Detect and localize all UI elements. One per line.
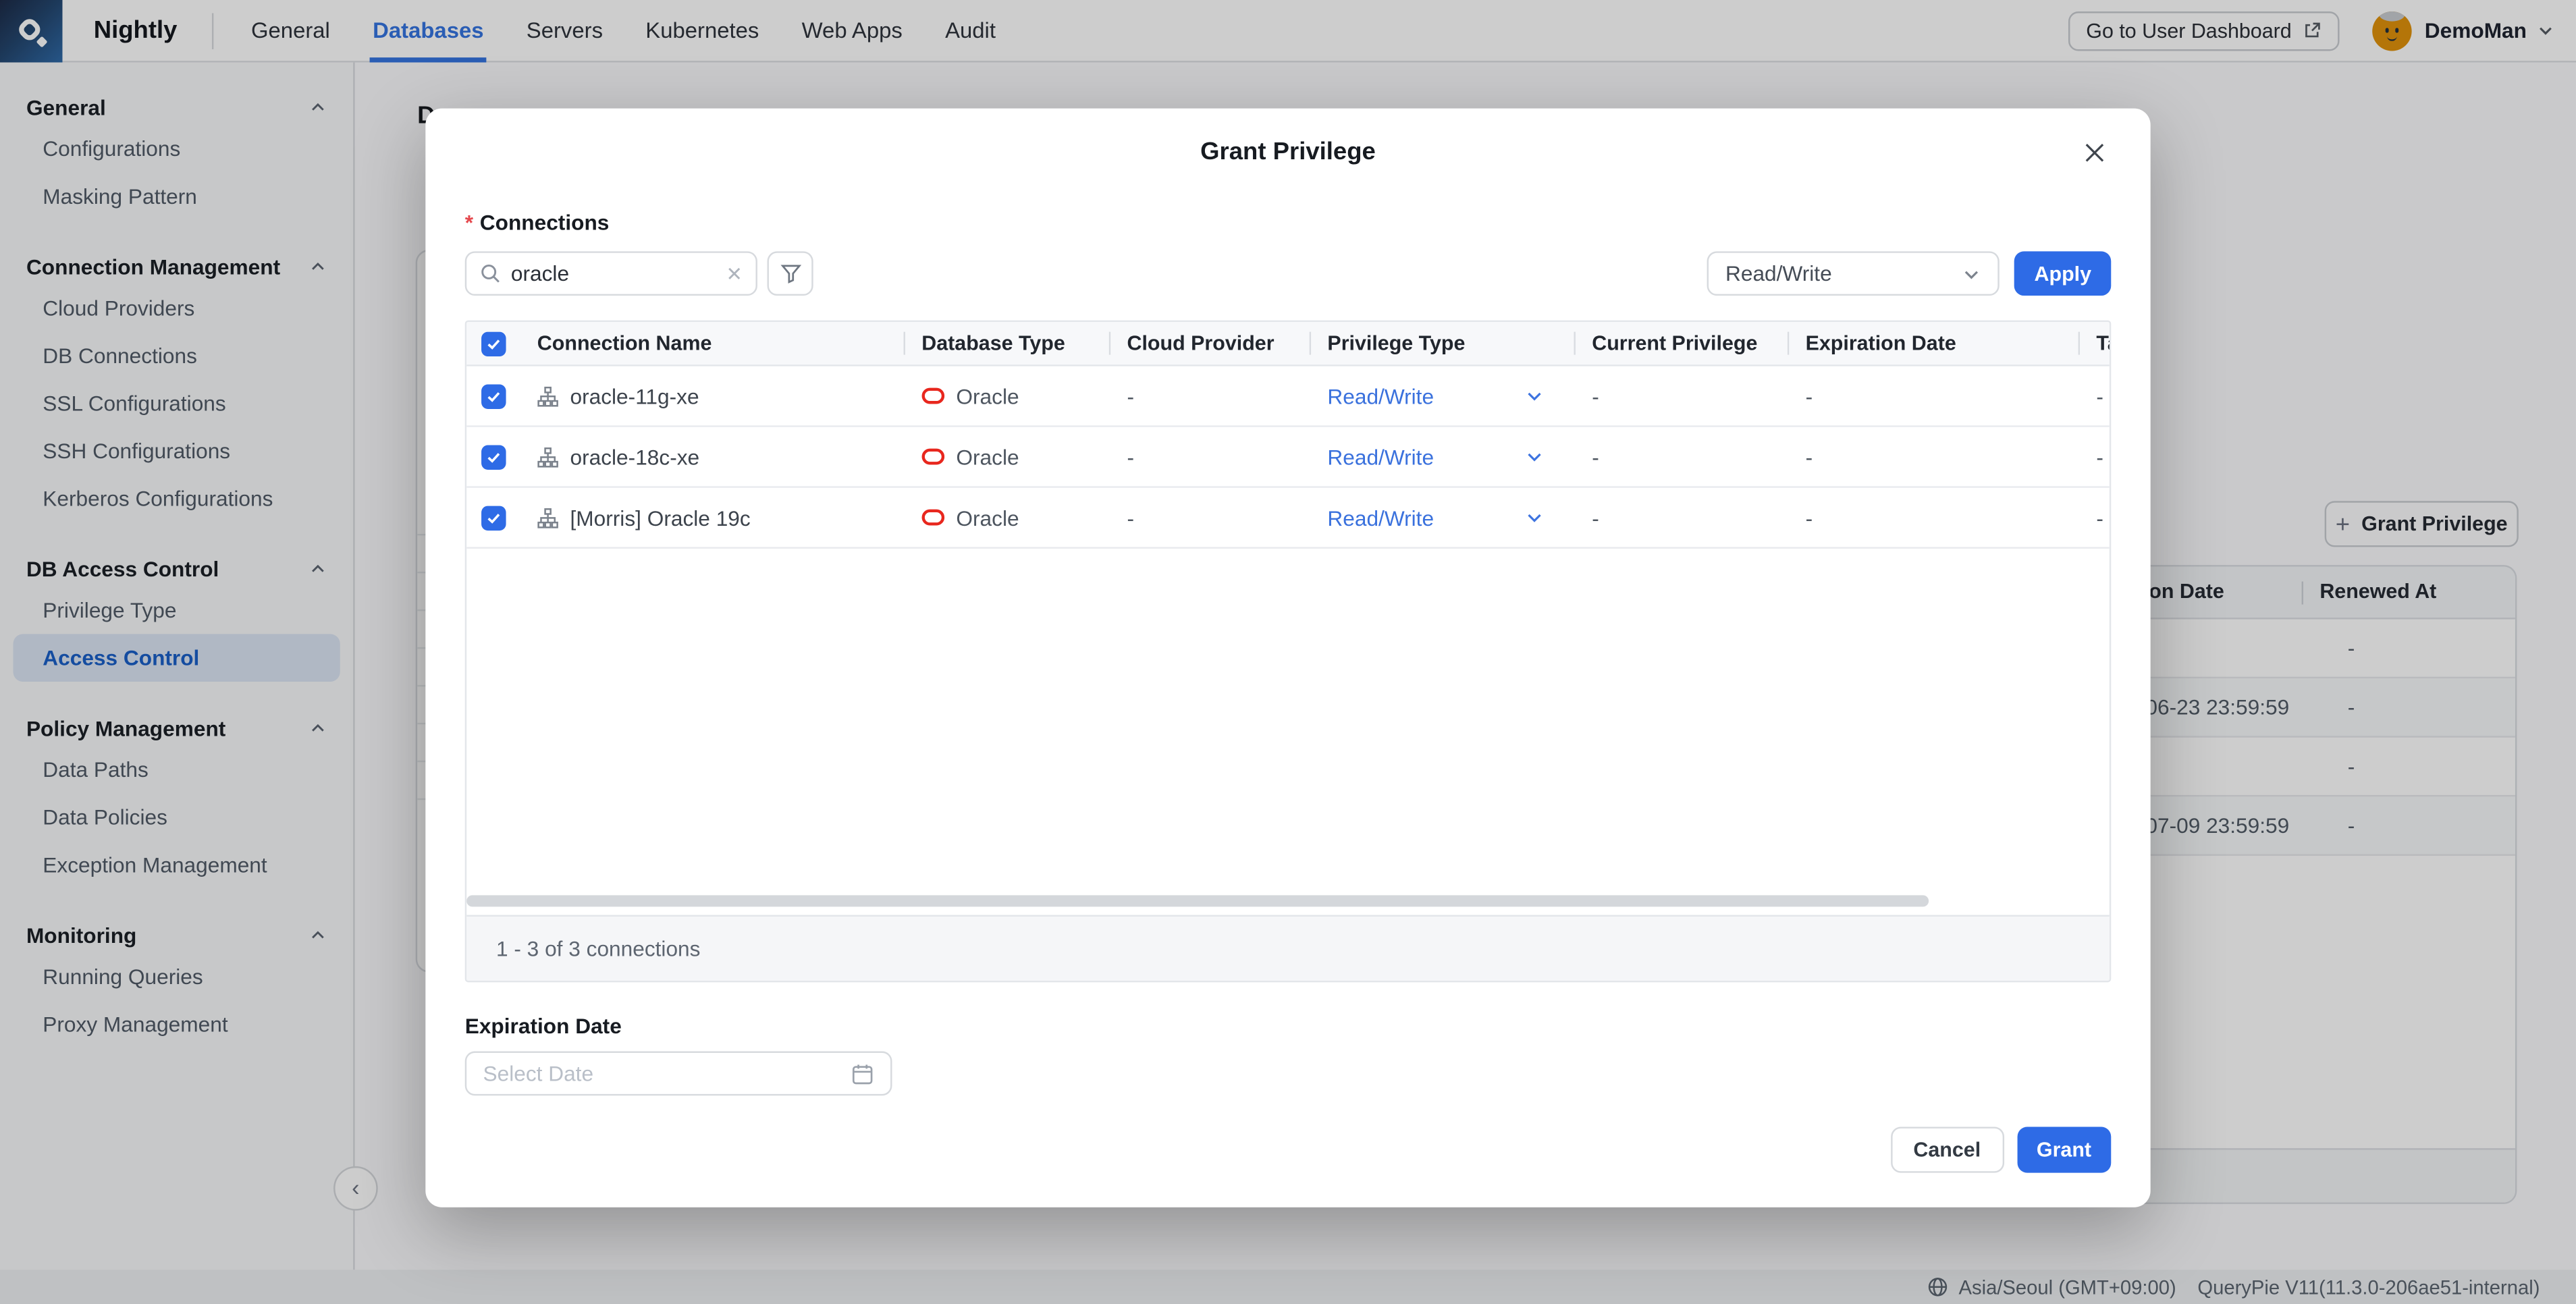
close-button[interactable]	[2078, 136, 2112, 169]
connections-count: 1 - 3 of 3 connections	[466, 915, 2110, 981]
expiration-date: -	[1788, 383, 2078, 408]
connection-sitemap-icon	[537, 385, 559, 407]
row-checkbox[interactable]	[481, 444, 506, 469]
tags: -	[2078, 505, 2112, 530]
filter-funnel-icon	[780, 263, 801, 284]
connection-search: ✕	[465, 251, 757, 296]
column-tags[interactable]: Tags	[2078, 332, 2112, 355]
select-all-checkbox[interactable]	[481, 331, 506, 356]
row-checkbox[interactable]	[481, 383, 506, 408]
bulk-privilege-select[interactable]: Read/Write	[1707, 251, 2000, 296]
oracle-icon	[921, 387, 944, 404]
connection-row[interactable]: [Morris] Oracle 19c Oracle - Read/Write …	[466, 488, 2110, 549]
modal-title: Grant Privilege	[465, 109, 2112, 166]
column-database-type[interactable]: Database Type	[904, 332, 1109, 355]
chevron-down-icon	[1524, 386, 1544, 406]
database-type: Oracle	[956, 444, 1019, 469]
check-icon	[485, 389, 500, 404]
connections-label: *Connections	[465, 211, 2112, 236]
database-type: Oracle	[956, 505, 1019, 530]
expiration-date-picker[interactable]	[465, 1052, 892, 1096]
privilege-select[interactable]: Read/Write	[1310, 444, 1574, 469]
expiration-date-label: Expiration Date	[465, 1014, 2112, 1039]
privilege-select[interactable]: Read/Write	[1310, 505, 1574, 530]
horizontal-scrollbar[interactable]	[466, 895, 1929, 906]
check-icon	[485, 450, 500, 464]
connections-table: Connection Name Database Type Cloud Prov…	[465, 321, 2112, 983]
connection-row[interactable]: oracle-11g-xe Oracle - Read/Write - - -	[466, 366, 2110, 427]
column-privilege-type[interactable]: Privilege Type	[1310, 332, 1574, 355]
modal-controls: ✕ Read/Write Apply	[465, 251, 2112, 296]
current-privilege: -	[1574, 444, 1787, 469]
cloud-provider: -	[1109, 505, 1310, 530]
search-input[interactable]	[511, 261, 716, 286]
database-type: Oracle	[956, 383, 1019, 408]
close-icon	[2083, 141, 2106, 164]
cloud-provider: -	[1109, 383, 1310, 408]
oracle-icon	[921, 509, 944, 525]
grant-button[interactable]: Grant	[2017, 1126, 2112, 1172]
cloud-provider: -	[1109, 444, 1310, 469]
chevron-down-icon	[1524, 508, 1544, 527]
search-icon	[480, 263, 502, 284]
expiration-date: -	[1788, 505, 2078, 530]
column-expiration-date[interactable]: Expiration Date	[1788, 332, 2078, 355]
grant-privilege-modal: Grant Privilege *Connections ✕ Read/Writ…	[425, 109, 2150, 1207]
bulk-privilege-value: Read/Write	[1725, 261, 1962, 286]
connection-sitemap-icon	[537, 507, 559, 528]
column-cloud-provider[interactable]: Cloud Provider	[1109, 332, 1310, 355]
chevron-down-icon	[1962, 264, 1981, 283]
connection-row[interactable]: oracle-18c-xe Oracle - Read/Write - - -	[466, 427, 2110, 488]
connection-name: oracle-11g-xe	[570, 383, 699, 408]
clear-search-icon[interactable]: ✕	[726, 262, 743, 285]
row-checkbox[interactable]	[481, 505, 506, 530]
apply-button[interactable]: Apply	[2014, 251, 2111, 296]
tags: -	[2078, 383, 2112, 408]
check-icon	[485, 510, 500, 525]
required-marker: *	[465, 211, 473, 236]
connection-name: [Morris] Oracle 19c	[570, 505, 750, 530]
cancel-button[interactable]: Cancel	[1890, 1126, 2004, 1172]
calendar-icon	[851, 1062, 874, 1085]
column-current-privilege[interactable]: Current Privilege	[1574, 332, 1787, 355]
oracle-icon	[921, 448, 944, 464]
connection-sitemap-icon	[537, 446, 559, 468]
tags: -	[2078, 444, 2112, 469]
filter-button[interactable]	[768, 251, 813, 296]
connections-table-header: Connection Name Database Type Cloud Prov…	[466, 322, 2110, 366]
chevron-down-icon	[1524, 447, 1544, 466]
connection-name: oracle-18c-xe	[570, 444, 699, 469]
current-privilege: -	[1574, 505, 1787, 530]
privilege-select[interactable]: Read/Write	[1310, 383, 1574, 408]
current-privilege: -	[1574, 383, 1787, 408]
date-input[interactable]	[483, 1061, 851, 1086]
expiration-date: -	[1788, 444, 2078, 469]
check-icon	[485, 336, 500, 351]
modal-footer: Cancel Grant	[465, 1126, 2112, 1172]
app-window: Nightly General Databases Servers Kubern…	[0, 0, 2576, 1304]
modal-header: Grant Privilege	[465, 109, 2112, 194]
column-connection-name[interactable]: Connection Name	[519, 332, 903, 355]
